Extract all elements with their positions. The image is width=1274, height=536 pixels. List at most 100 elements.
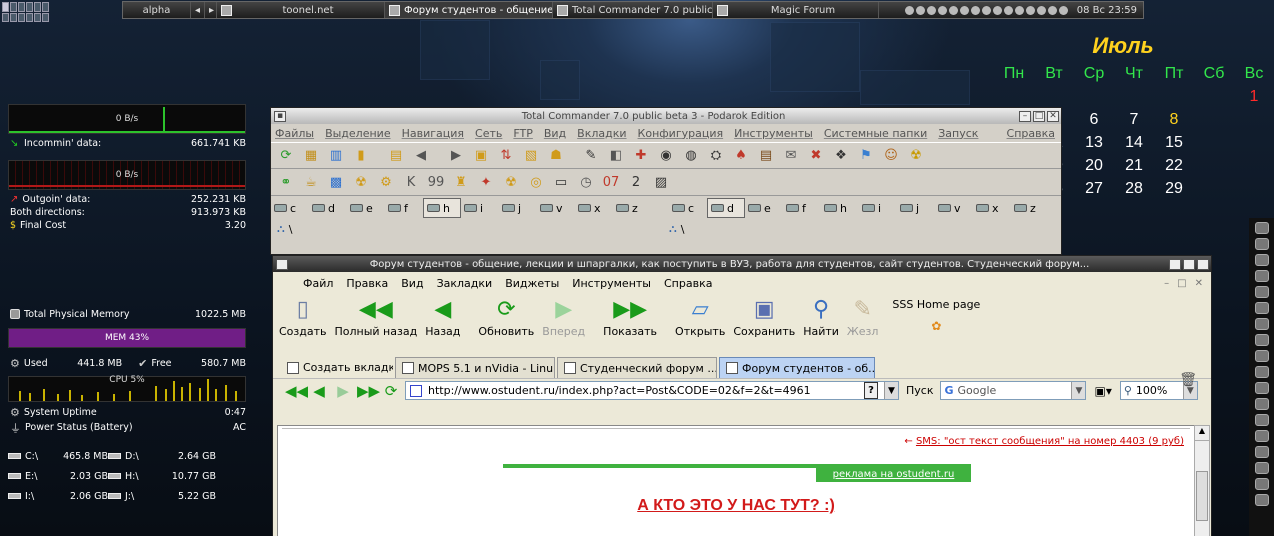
calendar-day[interactable]: 8: [1154, 111, 1194, 129]
close-button[interactable]: ✕: [1047, 110, 1059, 122]
toolbar-button[interactable]: ◀ Назад: [421, 298, 474, 339]
browser-menu-item[interactable]: Справка: [664, 277, 712, 290]
toolbar-button[interactable]: ▣ Сохранить: [729, 298, 799, 339]
drive-button[interactable]: z: [613, 198, 651, 218]
tc-toolbar-icon[interactable]: K: [400, 171, 422, 193]
calendar-day[interactable]: 1: [1234, 88, 1274, 106]
drive-button[interactable]: i: [859, 198, 897, 218]
maximize-button[interactable]: □: [1183, 258, 1195, 270]
tc-toolbar-icon[interactable]: ◉: [655, 145, 677, 167]
tc-menu-item[interactable]: Навигация: [402, 127, 464, 140]
tc-toolbar-icon[interactable]: ▶: [445, 145, 467, 167]
maximize-button[interactable]: □: [1033, 110, 1045, 122]
tc-toolbar-icon[interactable]: ☢: [500, 171, 522, 193]
tc-toolbar-icon[interactable]: ◷: [575, 171, 597, 193]
calendar-day[interactable]: 6: [1074, 111, 1114, 129]
tc-toolbar-icon[interactable]: ▦: [300, 145, 322, 167]
url-history-button[interactable]: ?: [864, 382, 878, 399]
taskbar-item[interactable]: Magic Forum: [713, 2, 879, 18]
tc-toolbar-icon[interactable]: ▧: [520, 145, 542, 167]
browser-menu-item[interactable]: Файл: [303, 277, 333, 290]
calendar-day[interactable]: 15: [1154, 134, 1194, 152]
dock-icon[interactable]: [1254, 478, 1269, 490]
taskbar-item[interactable]: Форум студентов - общение...: [385, 2, 553, 18]
scroll-up-icon[interactable]: ▲: [1195, 426, 1209, 441]
tc-toolbar-icon[interactable]: ⚑: [855, 145, 877, 167]
tc-toolbar-icon[interactable]: ▮: [350, 145, 372, 167]
taskbar-item[interactable]: Total Commander 7.0 public b...: [553, 2, 713, 18]
forward-icon[interactable]: ▶: [333, 382, 353, 400]
toolbar-button[interactable]: ⟳ Обновить: [474, 298, 538, 339]
dock-icon[interactable]: [1254, 302, 1269, 314]
drive-button[interactable]: f: [385, 198, 423, 218]
tc-toolbar-icon[interactable]: ◍: [680, 145, 702, 167]
tc-menu-item[interactable]: Запуск: [938, 127, 978, 140]
tc-toolbar-icon[interactable]: ⚙: [375, 171, 397, 193]
tc-menu-item[interactable]: Вкладки: [577, 127, 626, 140]
drive-letter[interactable]: C:\: [8, 451, 46, 462]
drive-letter[interactable]: E:\: [8, 471, 46, 482]
calendar-day[interactable]: 14: [1114, 134, 1154, 152]
tc-toolbar-icon[interactable]: ▩: [325, 171, 347, 193]
dock-icon[interactable]: [1254, 366, 1269, 378]
toolbar-button[interactable]: ◀◀ Полный назад: [331, 298, 422, 339]
dock-icon[interactable]: [1254, 446, 1269, 458]
browser-tab[interactable]: Студенческий форум ...: [557, 357, 717, 378]
close-icon[interactable]: ✕: [1195, 278, 1203, 289]
tc-toolbar-icon[interactable]: ⛭: [705, 145, 727, 167]
tc-toolbar-icon[interactable]: ▤: [385, 145, 407, 167]
drive-button[interactable]: c: [271, 198, 309, 218]
dock-icon[interactable]: [1254, 286, 1269, 298]
calendar-day[interactable]: 27: [1074, 180, 1114, 198]
system-tray[interactable]: [902, 5, 1071, 15]
drive-button[interactable]: j: [499, 198, 537, 218]
tc-toolbar-icon[interactable]: ✦: [475, 171, 497, 193]
drive-button[interactable]: d: [309, 198, 347, 218]
toolbar-button[interactable]: ▶▶ Показать: [599, 298, 671, 339]
tc-toolbar-icon[interactable]: ✚: [630, 145, 652, 167]
minimize-button[interactable]: –: [1169, 258, 1181, 270]
calendar-day[interactable]: 21: [1114, 157, 1154, 175]
tc-menu-item[interactable]: FTP: [513, 127, 533, 140]
forward-all-icon[interactable]: ▶▶: [357, 382, 380, 400]
taskbar-item[interactable]: alpha: [123, 2, 191, 18]
drive-button[interactable]: x: [575, 198, 613, 218]
tc-toolbar-icon[interactable]: ☺: [880, 145, 902, 167]
toolbar-button[interactable]: ▯ Создать: [275, 298, 331, 339]
dock-icon[interactable]: [1254, 334, 1269, 346]
vertical-scrollbar[interactable]: ▲: [1194, 425, 1210, 536]
tc-toolbar-icon[interactable]: ✉: [780, 145, 802, 167]
camera-icon[interactable]: ▣▾: [1090, 384, 1115, 398]
browser-menu-item[interactable]: Инструменты: [572, 277, 651, 290]
tc-toolbar-icon[interactable]: ◧: [605, 145, 627, 167]
ad-banner[interactable]: реклама на ostudent.ru: [816, 468, 971, 482]
drive-button[interactable]: e: [347, 198, 385, 218]
desktop-pager[interactable]: [2, 2, 52, 22]
browser-menu-item[interactable]: Закладки: [437, 277, 493, 290]
calendar-day[interactable]: 28: [1114, 180, 1154, 198]
tc-menu-item[interactable]: Инструменты: [734, 127, 813, 140]
tc-toolbar-icon[interactable]: ▣: [470, 145, 492, 167]
browser-menu-item[interactable]: Виджеты: [505, 277, 559, 290]
tc-toolbar-icon[interactable]: ✎: [580, 145, 602, 167]
browser-tab[interactable]: Форум студентов - об...: [719, 357, 875, 378]
calendar-day[interactable]: 29: [1154, 180, 1194, 198]
tc-menu-help[interactable]: Справка: [1007, 127, 1055, 140]
browser-menu-item[interactable]: Вид: [401, 277, 423, 290]
search-dropdown-button[interactable]: ▼: [1071, 382, 1086, 399]
drive-button[interactable]: v: [537, 198, 575, 218]
taskbar-item[interactable]: ▸: [205, 2, 217, 18]
toolbar-button[interactable]: ✿ SSS Home page: [888, 298, 984, 338]
restore-icon[interactable]: □: [1177, 278, 1186, 289]
toolbar-button[interactable]: ▱ Открыть: [671, 298, 729, 339]
drive-letter[interactable]: I:\: [8, 491, 46, 502]
window-menu-icon[interactable]: ▪: [276, 258, 288, 270]
go-button[interactable]: Пуск: [903, 384, 936, 397]
tc-toolbar-icon[interactable]: ☗: [545, 145, 567, 167]
url-text[interactable]: http://www.ostudent.ru/index.php?act=Pos…: [428, 384, 858, 397]
taskbar-item[interactable]: ◂: [191, 2, 205, 18]
dock-icon[interactable]: [1254, 254, 1269, 266]
tc-toolbar-icon[interactable]: ☢: [350, 171, 372, 193]
calendar-day[interactable]: 13: [1074, 134, 1114, 152]
tc-toolbar-icon[interactable]: ☢: [905, 145, 927, 167]
